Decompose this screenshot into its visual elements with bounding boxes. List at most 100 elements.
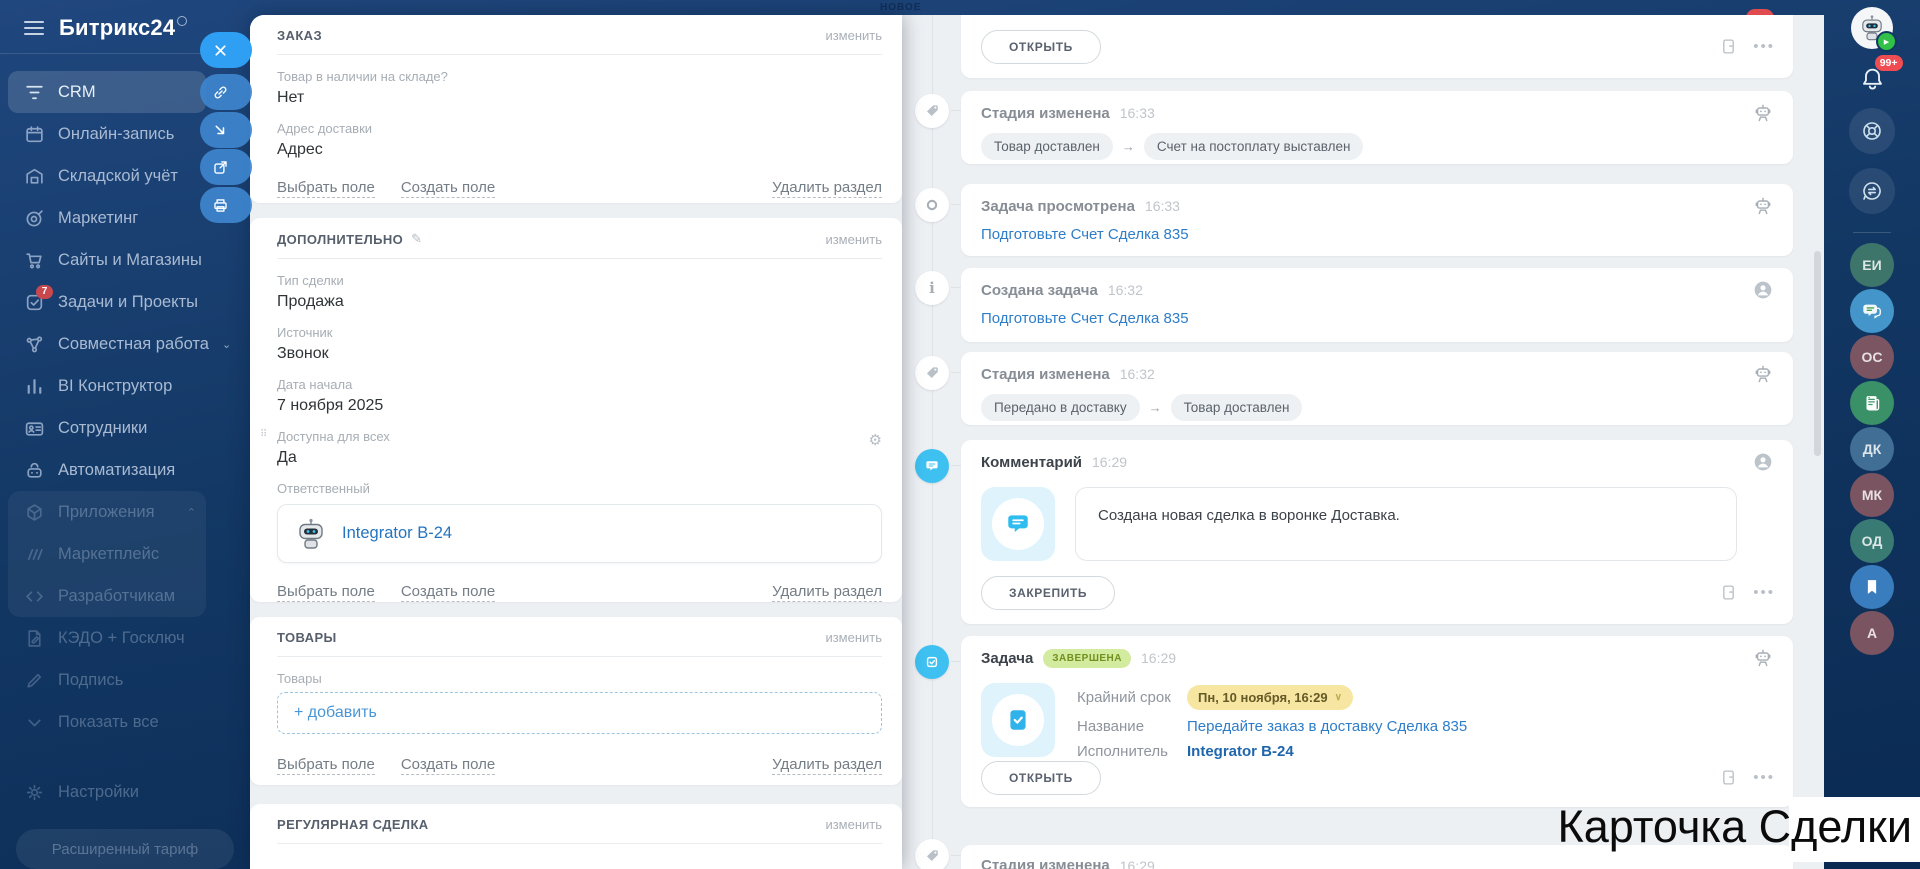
task-assignee-link[interactable]: Integrator B-24: [1187, 743, 1294, 760]
marketplace-icon: [24, 544, 45, 565]
create-field-link[interactable]: Создать поле: [400, 756, 496, 775]
chat-transfer-button[interactable]: [1849, 168, 1895, 214]
create-field-link[interactable]: Создать поле: [400, 583, 496, 602]
notifications-bell-button[interactable]: 99+: [1859, 55, 1903, 94]
avatar-od[interactable]: ОД: [1850, 519, 1894, 563]
sidebar-item-settings[interactable]: Настройки: [8, 771, 206, 813]
messenger-icon[interactable]: [1850, 289, 1894, 333]
chat-sync-icon: [1860, 179, 1884, 203]
bookmark-icon[interactable]: [1850, 565, 1894, 609]
tariff-button[interactable]: Расширенный тариф: [16, 829, 234, 869]
edit-section-link[interactable]: изменить: [825, 630, 882, 645]
field-deal-type[interactable]: Тип сделки Продажа: [277, 273, 882, 311]
employees-card-icon: [24, 418, 45, 439]
section-order: ЗАКАЗ изменить Товар в наличии на складе…: [250, 15, 902, 203]
timeline-panel: i ОТКРЫТЬ ••• Стадия изменена 16:33 Това…: [902, 15, 1824, 869]
stage-to-chip: Товар доставлен: [1170, 394, 1303, 421]
responsible-user-box[interactable]: Integrator B-24: [277, 504, 882, 563]
sidebar-item-online-booking[interactable]: Онлайн-запись: [8, 113, 206, 155]
automation-robot-icon: [24, 460, 45, 481]
chevron-down-icon: ⌄: [221, 338, 232, 351]
field-start-date[interactable]: Дата начала 7 ноября 2025: [277, 377, 882, 415]
delete-section-link[interactable]: Удалить раздел: [772, 583, 882, 602]
field-available-for-all[interactable]: ⠿ Доступна для всех Да ⚙: [260, 429, 882, 467]
avatar-dk[interactable]: ДК: [1850, 427, 1894, 471]
add-product-button[interactable]: + добавить: [277, 692, 882, 734]
field-settings-gear-icon[interactable]: ⚙: [869, 431, 882, 449]
open-button[interactable]: ОТКРЫТЬ: [981, 761, 1101, 795]
note-icon[interactable]: [1720, 583, 1737, 602]
more-menu-icon[interactable]: •••: [1753, 770, 1775, 785]
task-link[interactable]: Подготовьте Счет Сделка 835: [981, 226, 1189, 243]
sidebar-item-applications[interactable]: Приложения ⌃: [8, 491, 206, 533]
select-field-link[interactable]: Выбрать поле: [277, 179, 375, 198]
delete-section-link[interactable]: Удалить раздел: [772, 756, 882, 775]
timeline-card-task: Задача ЗАВЕРШЕНА 16:29 Крайний срок Пн, …: [961, 636, 1793, 807]
field-source[interactable]: Источник Звонок: [277, 325, 882, 363]
sidebar-item-automation[interactable]: Автоматизация: [8, 449, 206, 491]
sidebar-item-kedo[interactable]: КЭДО + Госключ: [8, 617, 206, 659]
deadline-pill[interactable]: Пн, 10 ноября, 16:29 ∨: [1187, 685, 1353, 710]
timeline-scrollbar[interactable]: [1814, 251, 1821, 456]
timeline-node-info-icon: i: [915, 271, 961, 305]
sidebar-item-tasks-projects[interactable]: 7 Задачи и Проекты: [8, 281, 206, 323]
sidebar-item-sites-stores[interactable]: Сайты и Магазины: [8, 239, 206, 281]
avatar-a[interactable]: А: [1850, 611, 1894, 655]
copy-link-button[interactable]: [200, 74, 252, 110]
task-name-link[interactable]: Передайте заказ в доставку Сделка 835: [1187, 718, 1467, 735]
right-rail: ▶ 99+ ЕИ ОС ДК МК ОД А: [1824, 0, 1920, 869]
sidebar-apps-group: Приложения ⌃ Маркетплейс Разработчикам: [8, 491, 206, 617]
task-link[interactable]: Подготовьте Счет Сделка 835: [981, 310, 1189, 327]
rail-divider: [1853, 232, 1891, 233]
create-field-link[interactable]: Создать поле: [400, 179, 496, 198]
arrow-right-icon: →: [1148, 400, 1162, 415]
overlay-label: Карточка Сделки: [1557, 801, 1912, 852]
more-menu-icon[interactable]: •••: [1753, 39, 1775, 54]
sidebar-item-crm[interactable]: CRM: [8, 71, 206, 113]
note-icon[interactable]: [1720, 768, 1737, 787]
drag-handle-icon[interactable]: ⠿: [260, 429, 267, 440]
chevron-down-icon: ∨: [1334, 692, 1342, 703]
more-menu-icon[interactable]: •••: [1753, 585, 1775, 600]
collapse-slider-button[interactable]: [200, 112, 252, 148]
sidebar-item-developers[interactable]: Разработчикам: [8, 575, 206, 617]
cart-icon: [24, 250, 45, 271]
select-field-link[interactable]: Выбрать поле: [277, 756, 375, 775]
sidebar-item-signature[interactable]: Подпись: [8, 659, 206, 701]
sidebar-item-employees[interactable]: Сотрудники: [8, 407, 206, 449]
notifications-count-badge: 99+: [1874, 55, 1903, 71]
external-link-icon: [212, 159, 229, 176]
edit-section-link[interactable]: изменить: [825, 817, 882, 832]
news-icon[interactable]: [1850, 381, 1894, 425]
pin-button[interactable]: ЗАКРЕПИТЬ: [981, 576, 1116, 610]
support-button[interactable]: [1849, 108, 1895, 154]
sidebar-item-show-all[interactable]: Показать все: [8, 701, 206, 743]
edit-section-link[interactable]: изменить: [825, 232, 882, 247]
note-icon[interactable]: [1720, 37, 1737, 56]
sidebar-item-collaboration[interactable]: Совместная работа ⌄: [8, 323, 231, 365]
hamburger-menu-icon[interactable]: [24, 21, 44, 35]
field-in-stock[interactable]: Товар в наличии на складе? Нет: [277, 69, 882, 107]
open-button[interactable]: ОТКРЫТЬ: [981, 29, 1101, 64]
responsible-user-link[interactable]: Integrator B-24: [342, 524, 452, 543]
sidebar-item-warehouse[interactable]: Складской учёт: [8, 155, 206, 197]
avatar-mk[interactable]: МК: [1850, 473, 1894, 517]
delete-section-link[interactable]: Удалить раздел: [772, 179, 882, 198]
user-avatar-robot[interactable]: ▶: [1851, 7, 1897, 52]
sidebar-item-marketing[interactable]: Маркетинг: [8, 197, 206, 239]
timeline-card-comment: Комментарий 16:29 Создана новая сделка в…: [961, 440, 1793, 624]
avatar-ei[interactable]: ЕИ: [1850, 243, 1894, 287]
app-logo[interactable]: Битрикс24: [59, 15, 188, 41]
close-slider-button[interactable]: [200, 32, 252, 68]
sidebar-item-marketplace[interactable]: Маркетплейс: [8, 533, 206, 575]
open-new-window-button[interactable]: [200, 149, 252, 185]
field-delivery-address[interactable]: Адрес доставки Адрес: [277, 121, 882, 159]
print-button[interactable]: [200, 187, 252, 223]
timeline-node-task-icon: [915, 645, 961, 679]
select-field-link[interactable]: Выбрать поле: [277, 583, 375, 602]
avatar-os[interactable]: ОС: [1850, 335, 1894, 379]
section-regular-deal: РЕГУЛЯРНАЯ СДЕЛКА изменить: [250, 804, 902, 869]
edit-pencil-icon[interactable]: ✎: [411, 231, 422, 247]
sidebar-item-bi-builder[interactable]: BI Конструктор: [8, 365, 206, 407]
edit-section-link[interactable]: изменить: [825, 28, 882, 43]
